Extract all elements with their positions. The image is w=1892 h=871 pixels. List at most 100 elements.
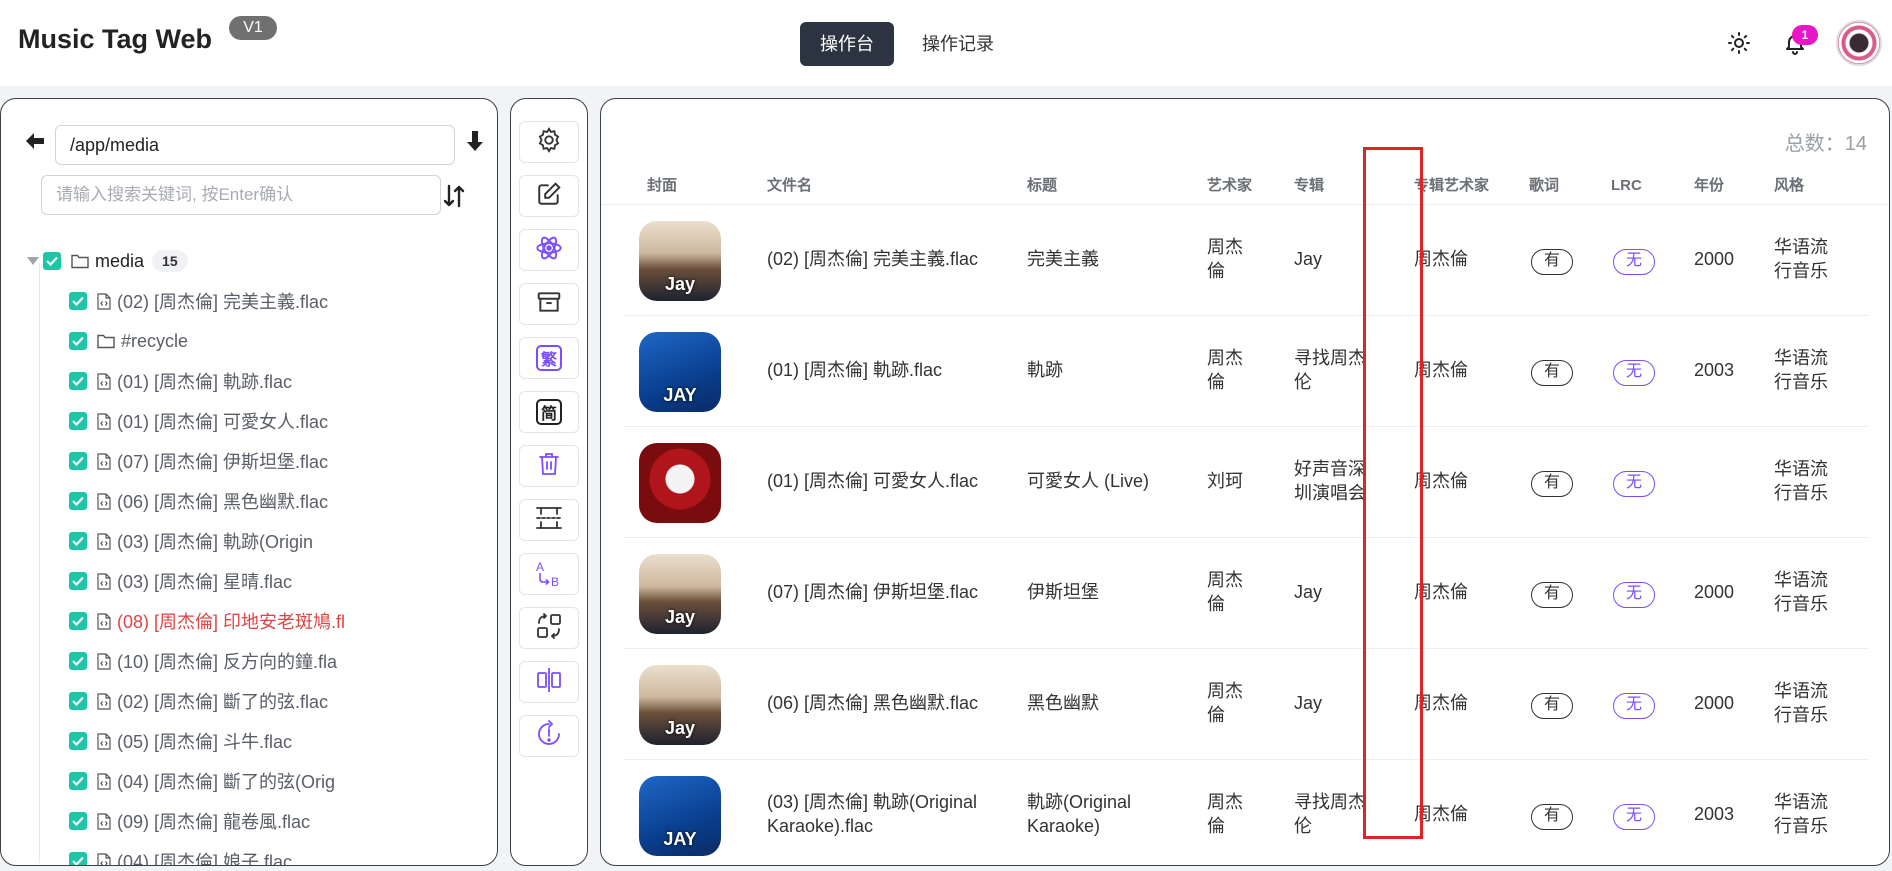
col-artist[interactable]: 艺术家 — [1207, 167, 1252, 205]
lrc-tag[interactable]: 无 — [1613, 582, 1655, 608]
tree-file-item[interactable]: (03) [周杰倫] 星晴.flac — [1, 561, 497, 601]
tree-file-item[interactable]: (09) [周杰倫] 龍卷風.flac — [1, 801, 497, 841]
col-album[interactable]: 专辑 — [1294, 167, 1324, 205]
settings-button[interactable] — [519, 121, 579, 163]
atom-icon — [535, 234, 563, 267]
tree-item-label: (09) [周杰倫] 龍卷風.flac — [117, 812, 311, 832]
col-filename[interactable]: 文件名 — [767, 167, 812, 205]
col-lrc[interactable]: LRC — [1611, 167, 1642, 205]
checkbox-checked[interactable] — [69, 612, 87, 630]
lyrics-tag[interactable]: 有 — [1531, 693, 1573, 719]
simplified-char-label: 简 — [536, 399, 562, 425]
checkbox-checked[interactable] — [69, 692, 87, 710]
search-input[interactable] — [41, 175, 441, 215]
lrc-tag[interactable]: 无 — [1613, 693, 1655, 719]
col-album-artist[interactable]: 专辑艺术家 — [1414, 167, 1489, 205]
col-title[interactable]: 标题 — [1027, 167, 1057, 205]
table-row[interactable]: Jay (02) [周杰倫] 完美主義.flac 完美主義 周杰倫 Jay 周杰倫 有 无 20… — [623, 205, 1869, 316]
split-button[interactable] — [519, 499, 579, 541]
tree-file-item[interactable]: (02) [周杰倫] 完美主義.flac — [1, 281, 497, 321]
delete-button[interactable] — [519, 445, 579, 487]
table-row[interactable]: Jay (07) [周杰倫] 伊斯坦堡.flac 伊斯坦堡 周杰倫 Jay 周杰倫 有 无 20… — [623, 538, 1869, 649]
nav-tab-history[interactable]: 操作记录 — [902, 22, 1014, 66]
checkbox-checked[interactable] — [69, 492, 87, 510]
edit-button[interactable] — [519, 175, 579, 217]
tree-file-item[interactable]: (01) [周杰倫] 可愛女人.flac — [1, 401, 497, 441]
album-cover[interactable] — [639, 443, 721, 523]
checkbox-checked[interactable] — [69, 812, 87, 830]
col-lyrics[interactable]: 歌词 — [1529, 167, 1559, 205]
checkbox-checked[interactable] — [69, 572, 87, 590]
notification-count-badge: 1 — [1792, 25, 1818, 45]
lyrics-tag[interactable]: 有 — [1531, 804, 1573, 830]
tree-file-item[interactable]: (06) [周杰倫] 黑色幽默.flac — [1, 481, 497, 521]
checkbox-checked[interactable] — [69, 332, 87, 350]
tree-file-item[interactable]: (01) [周杰倫] 軌跡.flac — [1, 361, 497, 401]
simplified-chinese-button[interactable]: 简 — [519, 391, 579, 433]
tree-file-item[interactable]: (03) [周杰倫] 軌跡(Origin — [1, 521, 497, 561]
refresh-alert-button[interactable] — [519, 715, 579, 757]
table-row[interactable]: JAY (03) [周杰倫] 軌跡(Original Karaoke).flac 軌… — [623, 760, 1869, 865]
album-cover[interactable]: Jay — [639, 554, 721, 634]
download-arrow-icon[interactable] — [464, 129, 486, 158]
lyrics-tag[interactable]: 有 — [1531, 249, 1573, 275]
archive-button[interactable] — [519, 283, 579, 325]
tree-file-item[interactable]: (04) [周杰倫] 娘子.flac — [1, 841, 497, 865]
checkbox-checked[interactable] — [69, 412, 87, 430]
split-rows-icon — [535, 505, 563, 536]
notification-bell-icon[interactable]: 1 — [1780, 25, 1818, 58]
checkbox-checked[interactable] — [69, 532, 87, 550]
checkbox-checked[interactable] — [69, 372, 87, 390]
table-row[interactable]: Jay (06) [周杰倫] 黑色幽默.flac 黑色幽默 周杰倫 Jay 周杰倫 有 无 20… — [623, 649, 1869, 760]
table-row[interactable]: (01) [周杰倫] 可愛女人.flac 可愛女人 (Live) 刘珂 好声音深圳演唱… — [623, 427, 1869, 538]
traditional-chinese-button[interactable]: 繁 — [519, 337, 579, 379]
tree-file-item[interactable]: (02) [周杰倫] 斷了的弦.flac — [1, 681, 497, 721]
lrc-tag[interactable]: 无 — [1613, 249, 1655, 275]
col-genre[interactable]: 风格 — [1774, 167, 1804, 205]
checkbox-checked[interactable] — [43, 252, 61, 270]
app-root: Music Tag Web V1 操作台 操作记录 1 /app/media 请… — [0, 0, 1892, 871]
lyrics-tag[interactable]: 有 — [1531, 582, 1573, 608]
convert-button[interactable] — [519, 607, 579, 649]
tree-file-item[interactable]: (07) [周杰倫] 伊斯坦堡.flac — [1, 441, 497, 481]
nav-tab-console[interactable]: 操作台 — [800, 22, 894, 66]
tree-root-media[interactable]: media 15 — [1, 241, 497, 281]
tree-file-item[interactable]: (05) [周杰倫] 斗牛.flac — [1, 721, 497, 761]
album-cover[interactable]: JAY — [639, 776, 721, 856]
lrc-tag[interactable]: 无 — [1613, 360, 1655, 386]
checkbox-checked[interactable] — [69, 772, 87, 790]
tree-file-item[interactable]: (04) [周杰倫] 斷了的弦(Orig — [1, 761, 497, 801]
lyrics-tag[interactable]: 有 — [1531, 360, 1573, 386]
tree-item-label: (04) [周杰倫] 斷了的弦(Orig — [117, 772, 336, 792]
sort-toggle-icon[interactable] — [442, 183, 466, 214]
cell-album: Jay — [1294, 693, 1323, 713]
checkbox-checked[interactable] — [69, 852, 87, 865]
align-button[interactable] — [519, 661, 579, 703]
tree-file-item[interactable]: (10) [周杰倫] 反方向的鐘.fla — [1, 641, 497, 681]
table-row[interactable]: JAY (01) [周杰倫] 軌跡.flac 軌跡 周杰倫 寻找周杰伦 周杰倫 有 无 2003… — [623, 316, 1869, 427]
album-cover[interactable]: JAY — [639, 332, 721, 412]
svg-text:A: A — [536, 560, 544, 574]
checkbox-checked[interactable] — [69, 652, 87, 670]
lrc-tag[interactable]: 无 — [1613, 804, 1655, 830]
path-input[interactable] — [55, 125, 455, 165]
tree-item-label: #recycle — [121, 330, 189, 351]
album-cover[interactable]: Jay — [639, 221, 721, 301]
lrc-tag[interactable]: 无 — [1613, 471, 1655, 497]
checkbox-checked[interactable] — [69, 732, 87, 750]
theme-toggle-icon[interactable] — [1724, 28, 1754, 58]
cell-album-artist: 周杰倫 — [1414, 249, 1468, 269]
tree-file-item[interactable]: (08) [周杰倫] 印地安老斑鳩.fl — [1, 601, 497, 641]
back-arrow-icon[interactable] — [23, 129, 47, 158]
col-cover[interactable]: 封面 — [647, 167, 677, 205]
col-year[interactable]: 年份 — [1694, 167, 1724, 205]
tree-folder-item[interactable]: #recycle — [1, 321, 497, 361]
expand-caret-icon[interactable] — [27, 257, 39, 265]
atom-button[interactable] — [519, 229, 579, 271]
lyrics-tag[interactable]: 有 — [1531, 471, 1573, 497]
checkbox-checked[interactable] — [69, 452, 87, 470]
text-replace-button[interactable]: A B — [519, 553, 579, 595]
album-cover[interactable]: Jay — [639, 665, 721, 745]
checkbox-checked[interactable] — [69, 292, 87, 310]
user-avatar[interactable] — [1836, 20, 1882, 66]
